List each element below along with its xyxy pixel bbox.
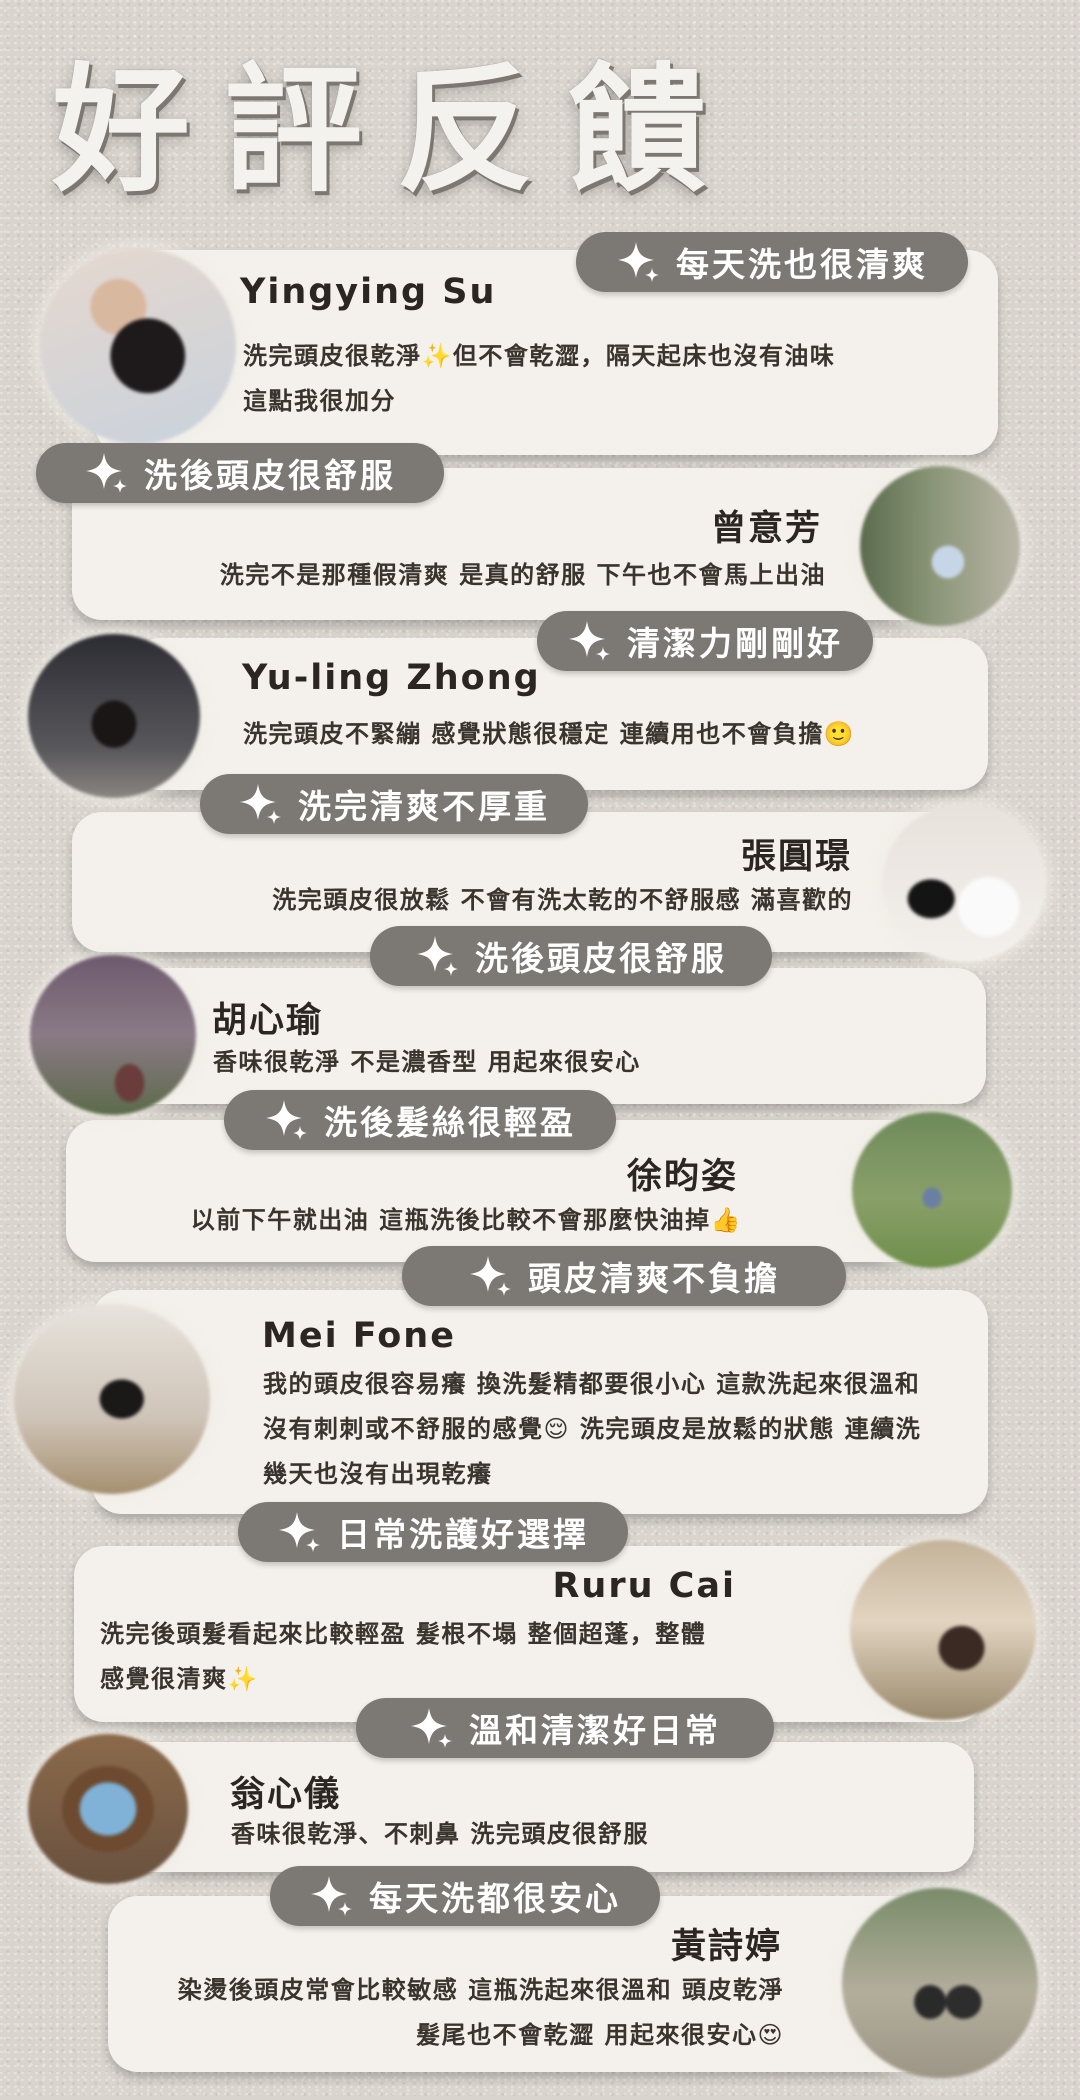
page-title: 好評反饋 [52,50,741,211]
sparkle-icon [411,1708,452,1748]
review-text: 洗完頭皮很乾淨✨但不會乾澀，隔天起床也沒有油味 這點我很加分 [243,334,835,424]
review-line: 以前下午就出油 這瓶洗後比較不會那麼快油掉👍 [190,1206,742,1234]
reviewer-avatar [842,1888,1038,2078]
reviewer-avatar [852,1112,1012,1268]
sparkle-icon [279,1512,320,1552]
review-text: 香味很乾淨、不刺鼻 洗完頭皮很舒服 [231,1812,649,1857]
review-text: 染燙後頭皮常會比較敏感 這瓶洗起來很溫和 頭皮乾淨 髮尾也不會乾澀 用起來很安心… [178,1968,784,2058]
review-text: 洗完不是那種假清爽 是真的舒服 下午也不會馬上出油 [220,553,826,598]
tag-label: 洗後頭皮很舒服 [144,456,396,495]
sparkle-icon [417,936,458,976]
review-line: 染燙後頭皮常會比較敏感 這瓶洗起來很溫和 頭皮乾淨 [177,1976,784,2004]
reviewer-name: 張圓璟 [740,837,852,877]
tag-label: 洗後髮絲很輕盈 [324,1103,576,1142]
sparkle-icon [618,242,659,282]
review-line: 這點我很加分 [243,387,396,415]
review-tag: 洗後頭皮很舒服 [36,443,444,503]
tag-label: 洗完清爽不厚重 [298,787,550,826]
review-line: 洗完不是那種假清爽 是真的舒服 下午也不會馬上出油 [219,561,826,589]
tag-label: 洗後頭皮很舒服 [475,939,727,978]
review-tag: 每天洗都很安心 [270,1866,660,1926]
review-text: 以前下午就出油 這瓶洗後比較不會那麼快油掉👍 [191,1198,742,1243]
review-text: 洗完後頭髮看起來比較輕盈 髮根不塌 整個超蓬，整體 感覺很清爽✨ [100,1612,706,1702]
reviewer-name: 胡心瑜 [212,1001,324,1041]
review-text: 我的頭皮很容易癢 換洗髮精都要很小心 這款洗起來很溫和 沒有刺刺或不舒服的感覺😌… [263,1362,921,1497]
review-line: 香味很乾淨、不刺鼻 洗完頭皮很舒服 [231,1820,649,1848]
tag-label: 頭皮清爽不負擔 [528,1259,780,1298]
sparkle-icon [86,453,127,493]
tag-label: 溫和清潔好日常 [469,1711,721,1750]
review-tag: 洗後頭皮很舒服 [370,926,772,986]
reviewer-avatar [28,634,200,798]
reviewer-name: 曾意芳 [710,509,822,549]
review-text: 洗完頭皮不緊繃 感覺狀態很穩定 連續用也不會負擔🙂 [243,712,855,757]
reviewer-name: 黃詩婷 [670,1927,782,1967]
tag-label: 清潔力剛剛好 [627,624,843,663]
review-line: 洗完後頭髮看起來比較輕盈 髮根不塌 整個超蓬，整體 [100,1620,707,1648]
review-line: 髮尾也不會乾澀 用起來很安心😍 [416,2021,784,2049]
review-text: 香味很乾淨 不是濃香型 用起來很安心 [213,1040,641,1085]
review-line: 沒有刺刺或不舒服的感覺😌 洗完頭皮是放鬆的狀態 連續洗 [263,1415,922,1443]
review-line: 洗完頭皮很乾淨✨但不會乾澀，隔天起床也沒有油味 [243,342,836,370]
reviewer-avatar [40,248,236,444]
review-tag: 日常洗護好選擇 [238,1502,628,1562]
review-line: 洗完頭皮很放鬆 不會有洗太乾的不舒服感 滿喜歡的 [272,886,853,914]
reviewer-avatar [30,955,196,1115]
reviewer-name: Ruru Cai [552,1566,736,1606]
reviewer-name: Yu-ling Zhong [242,658,541,698]
review-line: 洗完頭皮不緊繃 感覺狀態很穩定 連續用也不會負擔🙂 [243,720,856,748]
sparkle-icon [569,621,610,661]
reviewer-avatar [14,1304,210,1494]
review-tag: 溫和清潔好日常 [356,1698,774,1758]
sparkle-icon [470,1256,511,1296]
review-tag: 洗後髮絲很輕盈 [224,1090,616,1150]
review-line: 我的頭皮很容易癢 換洗髮精都要很小心 這款洗起來很溫和 [263,1370,921,1398]
reviewer-name: Yingying Su [240,272,497,312]
sparkle-icon [240,784,281,824]
tag-label: 每天洗都很安心 [369,1879,621,1918]
review-line: 香味很乾淨 不是濃香型 用起來很安心 [213,1048,641,1076]
reviewer-name: 徐昀姿 [626,1157,738,1197]
tag-label: 每天洗也很清爽 [676,245,928,284]
review-tag: 頭皮清爽不負擔 [402,1246,846,1306]
review-text: 洗完頭皮很放鬆 不會有洗太乾的不舒服感 滿喜歡的 [272,878,853,923]
reviewer-name: Mei Fone [262,1316,456,1356]
reviewer-name: 翁心儀 [230,1775,342,1815]
reviewer-avatar [28,1734,188,1884]
review-tag: 每天洗也很清爽 [576,232,968,292]
review-tag: 洗完清爽不厚重 [200,774,588,834]
review-line: 幾天也沒有出現乾癢 [263,1460,493,1488]
sparkle-icon [266,1100,307,1140]
review-line: 感覺很清爽✨ [100,1665,259,1693]
reviewer-avatar [850,1540,1036,1720]
reviewer-avatar [882,804,1046,962]
review-tag: 清潔力剛剛好 [537,611,873,671]
tag-label: 日常洗護好選擇 [337,1515,589,1554]
reviewer-avatar [860,466,1020,626]
sparkle-icon [311,1876,352,1916]
